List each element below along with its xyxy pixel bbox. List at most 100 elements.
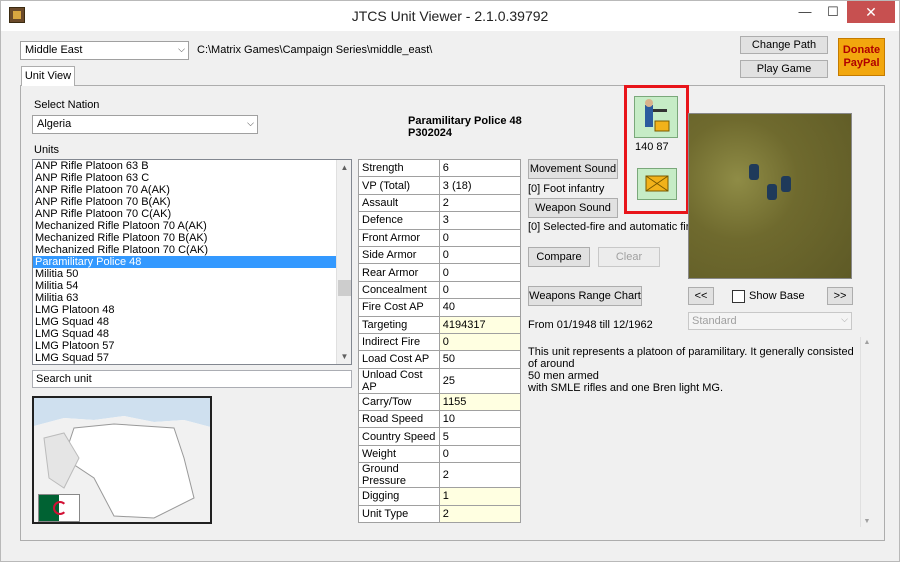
list-item[interactable]: Militia 54: [33, 280, 351, 292]
chevron-down-icon: ⌵: [247, 118, 254, 128]
scroll-down-icon[interactable]: ▼: [861, 518, 873, 525]
nation-map: [32, 396, 212, 524]
unit-name: Paramilitary Police 48: [408, 115, 522, 127]
minimize-icon[interactable]: —: [791, 1, 819, 23]
nation-select[interactable]: Algeria ⌵: [32, 115, 258, 134]
list-item[interactable]: ANP Rifle Platoon 63 B: [33, 160, 351, 172]
chevron-down-icon: ⌵: [178, 44, 185, 54]
unit-code: P302024: [408, 127, 453, 139]
maximize-icon[interactable]: ☐: [819, 1, 847, 23]
list-item[interactable]: Paramilitary Police 48: [33, 256, 336, 268]
play-game-button[interactable]: Play Game: [740, 60, 828, 78]
stat-name: Load Cost AP: [358, 350, 440, 369]
change-path-button[interactable]: Change Path: [740, 36, 828, 54]
stat-value: 2: [438, 462, 522, 489]
stat-name: Digging: [358, 487, 440, 506]
stat-name: Unit Type: [358, 504, 440, 524]
scroll-up-icon[interactable]: ▲: [861, 339, 873, 346]
stat-value: 2: [438, 504, 522, 524]
style-select-value: Standard: [692, 315, 737, 327]
table-row: Targeting 4194317: [358, 315, 522, 334]
movement-type-text: [0] Foot infantry: [528, 183, 605, 195]
list-item[interactable]: LMG Squad 48: [33, 328, 351, 340]
stat-name: Strength: [358, 158, 440, 178]
stat-value: 0: [438, 280, 522, 300]
description-line-3: with SMLE rifles and one Bren light MG.: [528, 382, 724, 394]
list-item[interactable]: Militia 63: [33, 292, 351, 304]
list-item[interactable]: Mechanized Rifle Platoon 70 B(AK): [33, 232, 351, 244]
list-item[interactable]: ANP Rifle Platoon 70 A(AK): [33, 184, 351, 196]
list-item[interactable]: LMG Platoon 57: [33, 340, 351, 352]
list-item[interactable]: Mechanized Rifle Platoon 70 A(AK): [33, 220, 351, 232]
table-row: Assault 2: [358, 193, 522, 213]
stat-name: Carry/Tow: [358, 392, 440, 412]
table-row: Weight 0: [358, 444, 522, 464]
table-row: Strength 6: [358, 158, 522, 178]
table-row: Ground Pressure 2: [358, 462, 522, 489]
stat-name: Targeting: [358, 315, 440, 334]
donate-paypal-button[interactable]: Donate PayPal: [838, 38, 885, 76]
close-icon[interactable]: ✕: [847, 1, 895, 23]
stat-name: Road Speed: [358, 410, 440, 429]
app-window: JTCS Unit Viewer - 2.1.0.39792 — ☐ ✕ Mid…: [0, 0, 900, 562]
weapons-range-chart-button[interactable]: Weapons Range Chart: [528, 286, 642, 306]
list-item[interactable]: Militia 50: [33, 268, 351, 280]
search-unit-input[interactable]: Search unit: [32, 370, 352, 388]
scroll-up-icon[interactable]: ▲: [337, 160, 351, 175]
stat-value: 3: [438, 211, 522, 230]
table-row: Digging 1: [358, 487, 522, 506]
stat-name: Concealment: [358, 280, 440, 300]
unit-description: This unit represents a platoon of parami…: [528, 346, 861, 394]
next-button[interactable]: >>: [827, 287, 853, 305]
description-line-1: This unit represents a platoon of parami…: [528, 346, 854, 370]
scroll-thumb[interactable]: [338, 280, 351, 296]
list-item[interactable]: ANP Rifle Platoon 63 C: [33, 172, 351, 184]
stat-name: Defence: [358, 211, 440, 230]
list-item[interactable]: LMG Platoon 48: [33, 304, 351, 316]
description-scrollbar[interactable]: ▲ ▼: [860, 337, 872, 527]
campaign-select[interactable]: Middle East ⌵: [20, 41, 189, 60]
show-base-label: Show Base: [749, 290, 805, 302]
table-row: Front Armor 0: [358, 228, 522, 247]
stat-name: Country Speed: [358, 427, 440, 446]
weapon-sound-button[interactable]: Weapon Sound: [528, 198, 618, 218]
unit-stats-table: Strength 6 VP (Total) 3 (18) Assault 2 Defence…: [358, 158, 522, 524]
clear-button[interactable]: Clear: [598, 247, 660, 267]
stat-value: 0: [438, 263, 522, 282]
title-bar: JTCS Unit Viewer - 2.1.0.39792 — ☐ ✕: [1, 1, 899, 31]
stat-value: 10: [438, 410, 522, 429]
list-item[interactable]: ANP Rifle Platoon 70 B(AK): [33, 196, 351, 208]
show-base-checkbox[interactable]: [732, 290, 745, 303]
icon-highlight-box: [624, 85, 689, 214]
table-row: Unload Cost AP 25: [358, 367, 522, 394]
units-scrollbar[interactable]: ▲ ▼: [336, 160, 351, 364]
movement-sound-button[interactable]: Movement Sound: [528, 159, 618, 179]
tab-unit-view[interactable]: Unit View: [21, 66, 75, 86]
compare-button[interactable]: Compare: [528, 247, 590, 267]
table-row: Load Cost AP 50: [358, 350, 522, 369]
stat-value: 6: [438, 158, 522, 178]
nation-select-value: Algeria: [37, 118, 72, 130]
stat-name: Rear Armor: [358, 263, 440, 282]
table-row: Unit Type 2: [358, 504, 522, 524]
table-row: Rear Armor 0: [358, 263, 522, 282]
list-item[interactable]: Mechanized Rifle Platoon 70 C(AK): [33, 244, 351, 256]
scroll-down-icon[interactable]: ▼: [337, 349, 351, 364]
list-item[interactable]: ANP Rifle Platoon 70 C(AK): [33, 208, 351, 220]
list-item[interactable]: LMG Squad 57: [33, 352, 351, 364]
game-path: C:\Matrix Games\Campaign Series\middle_e…: [197, 44, 433, 56]
stat-value: 0: [438, 228, 522, 247]
units-listbox[interactable]: ANP Rifle Platoon 63 B ANP Rifle Platoon …: [32, 159, 352, 365]
stat-name: VP (Total): [358, 176, 440, 195]
date-range-text: From 01/1948 till 12/1962: [528, 319, 653, 331]
list-item[interactable]: LMG Squad 48: [33, 316, 351, 328]
donate-label: Donate: [842, 44, 881, 56]
stat-name: Assault: [358, 193, 440, 213]
table-row: Side Armor 0: [358, 245, 522, 265]
stat-value: 4194317: [438, 315, 522, 334]
stat-name: Unload Cost AP: [358, 367, 440, 394]
stat-value: 5: [438, 427, 522, 446]
style-select[interactable]: Standard ⌵: [688, 312, 852, 330]
stat-value: 0: [438, 444, 522, 464]
previous-button[interactable]: <<: [688, 287, 714, 305]
